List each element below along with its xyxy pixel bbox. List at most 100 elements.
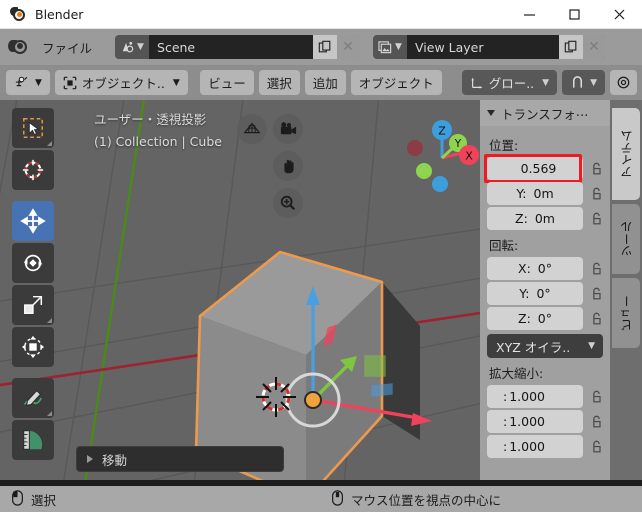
scale-x-field[interactable]: : 1.000 <box>487 385 583 408</box>
maximize-button[interactable] <box>552 0 597 29</box>
view-layer-unlink-button[interactable]: ✕ <box>583 35 606 59</box>
blender-logo-icon <box>10 6 26 22</box>
duplicate-icon[interactable] <box>313 35 338 59</box>
sidebar-tab-item[interactable]: アイテム <box>612 108 640 200</box>
scene-icon[interactable]: ▼ <box>115 35 150 59</box>
tool-submenu-corner <box>47 411 52 416</box>
mouse-middle-icon <box>332 489 343 509</box>
location-y-unlock-icon[interactable] <box>589 187 604 201</box>
viewport-header: ▼ オブジェクト.. ▼ ビュー 選択 追加 オブジェクト グロー.. ▼ ▼ <box>0 65 642 100</box>
rotation-y-row: Y: 0° <box>487 282 604 305</box>
sidebar-tab-view[interactable]: ビュー <box>612 278 640 348</box>
view-layer-name[interactable]: View Layer <box>407 35 560 59</box>
rotation-z-unlock-icon[interactable] <box>589 312 604 326</box>
rotation-y-value: 0° <box>536 286 551 301</box>
menu-add[interactable]: 追加 <box>304 70 346 95</box>
operator-redo-panel[interactable]: 移動 <box>76 446 284 472</box>
rotation-x-row: X: 0° <box>487 257 604 280</box>
scale-label: 拡大縮小: <box>489 366 544 381</box>
menu-view[interactable]: ビュー <box>200 70 254 95</box>
annotate-tool[interactable] <box>12 378 54 418</box>
location-x-unlock-icon[interactable] <box>589 162 604 176</box>
rotation-mode-selector[interactable]: XYZ オイラ.. ▼ <box>487 334 603 358</box>
menu-file[interactable]: ファイル <box>33 35 101 60</box>
menu-select[interactable]: 選択 <box>258 70 300 95</box>
scene-name[interactable]: Scene <box>149 35 314 59</box>
gizmo-z-label: Z <box>438 125 446 138</box>
scale-y-field[interactable]: : 1.000 <box>487 410 583 433</box>
rotation-x-field[interactable]: X: 0° <box>487 257 583 280</box>
snap-magnet-icon[interactable]: ▼ <box>562 70 605 95</box>
tool-submenu-corner <box>47 141 52 146</box>
triangle-down-icon <box>487 110 495 116</box>
status-item-center-view: マウス位置を視点の中心に <box>332 489 502 509</box>
scale-x-unlock-icon[interactable] <box>589 390 604 404</box>
sidebar-tab-tool[interactable]: ツール <box>612 204 640 274</box>
scale-z-value: 1.000 <box>509 439 546 454</box>
scale-y-key: : <box>503 414 508 429</box>
location-y-value: 0m <box>533 186 554 201</box>
mode-selector[interactable]: オブジェクト.. ▼ <box>54 70 188 95</box>
camera-icon[interactable] <box>273 114 303 144</box>
sidebar-n-panel: トランスフォ⋯ 位置: 0.569 Y: 0m Z: 0m 回転: X: 0° … <box>480 100 610 480</box>
location-y-key: Y: <box>516 186 527 201</box>
hand-icon[interactable] <box>273 151 303 181</box>
view-layer-icon[interactable]: ▼ <box>373 35 408 59</box>
chevron-down-icon: ▼ <box>35 77 42 88</box>
chevron-down-icon: ▼ <box>395 42 402 52</box>
rotation-y-unlock-icon[interactable] <box>589 287 604 301</box>
location-z-row: Z: 0m <box>487 207 604 230</box>
location-x-field[interactable]: 0.569 <box>487 157 583 180</box>
rotate-tool[interactable] <box>12 243 54 283</box>
transform-orientation-selector[interactable]: グロー.. ▼ <box>461 70 558 95</box>
blender-menu-icon[interactable] <box>8 37 29 58</box>
scene-selector[interactable]: ▼ Scene ✕ <box>115 35 360 59</box>
grid-overlay-icon[interactable] <box>237 114 267 144</box>
close-button[interactable] <box>597 0 642 29</box>
operator-label: 移動 <box>102 452 128 468</box>
location-label: 位置: <box>489 138 519 153</box>
move-tool[interactable] <box>12 201 54 241</box>
rotation-x-unlock-icon[interactable] <box>589 262 604 276</box>
scene-unlink-button[interactable]: ✕ <box>337 35 360 59</box>
location-y-field[interactable]: Y: 0m <box>487 182 583 205</box>
rotation-mode-label: XYZ オイラ.. <box>496 339 571 355</box>
editor-type-3dview-icon[interactable]: ▼ <box>6 70 50 95</box>
scale-z-unlock-icon[interactable] <box>589 440 604 454</box>
scale-z-field[interactable]: : 1.000 <box>487 435 583 458</box>
sidebar-tabs: アイテム ツール ビュー <box>610 100 642 480</box>
transform-panel-header[interactable]: トランスフォ⋯ <box>480 100 610 126</box>
proportional-edit-icon[interactable] <box>610 70 637 95</box>
status-item-select: 選択 <box>12 489 56 509</box>
chevron-down-icon: ▼ <box>590 77 597 88</box>
zoom-magnifier-icon[interactable] <box>273 188 303 218</box>
scale-tool[interactable] <box>12 285 54 325</box>
location-z-key: Z: <box>515 211 528 226</box>
minimize-button[interactable] <box>507 0 552 29</box>
rotation-y-field[interactable]: Y: 0° <box>487 282 583 305</box>
navigation-gizmo[interactable]: Z Y X <box>397 108 487 198</box>
viewport-view-label: ユーザー・透視投影 <box>94 112 207 127</box>
tweak-select-box-tool[interactable] <box>12 108 54 148</box>
measure-tool[interactable] <box>12 420 54 460</box>
view-layer-selector[interactable]: ▼ View Layer ✕ <box>373 35 606 59</box>
window-title: Blender <box>35 6 84 22</box>
menu-object[interactable]: オブジェクト <box>350 70 442 95</box>
scale-y-row: : 1.000 <box>487 410 604 433</box>
duplicate-icon[interactable] <box>559 35 584 59</box>
rotation-z-field[interactable]: Z: 0° <box>487 307 583 330</box>
gizmo-x-label: X <box>465 150 473 163</box>
status-center-view-label: マウス位置を視点の中心に <box>351 492 502 508</box>
transform-tool[interactable] <box>12 327 54 367</box>
status-bar: 選択 マウス位置を視点の中心に <box>0 480 642 512</box>
cursor-tool[interactable] <box>12 150 54 190</box>
gizmo-y-label: Y <box>454 138 462 150</box>
triangle-right-icon <box>87 455 93 463</box>
blender-window: Blender ファイル ▼ Scene ✕ ▼ View Layer ✕ ▼ … <box>0 0 642 512</box>
location-z-unlock-icon[interactable] <box>589 212 604 226</box>
chevron-down-icon: ▼ <box>137 42 144 52</box>
viewport-toolbar <box>12 108 54 460</box>
scale-z-row: : 1.000 <box>487 435 604 458</box>
location-z-field[interactable]: Z: 0m <box>487 207 583 230</box>
scale-y-unlock-icon[interactable] <box>589 415 604 429</box>
